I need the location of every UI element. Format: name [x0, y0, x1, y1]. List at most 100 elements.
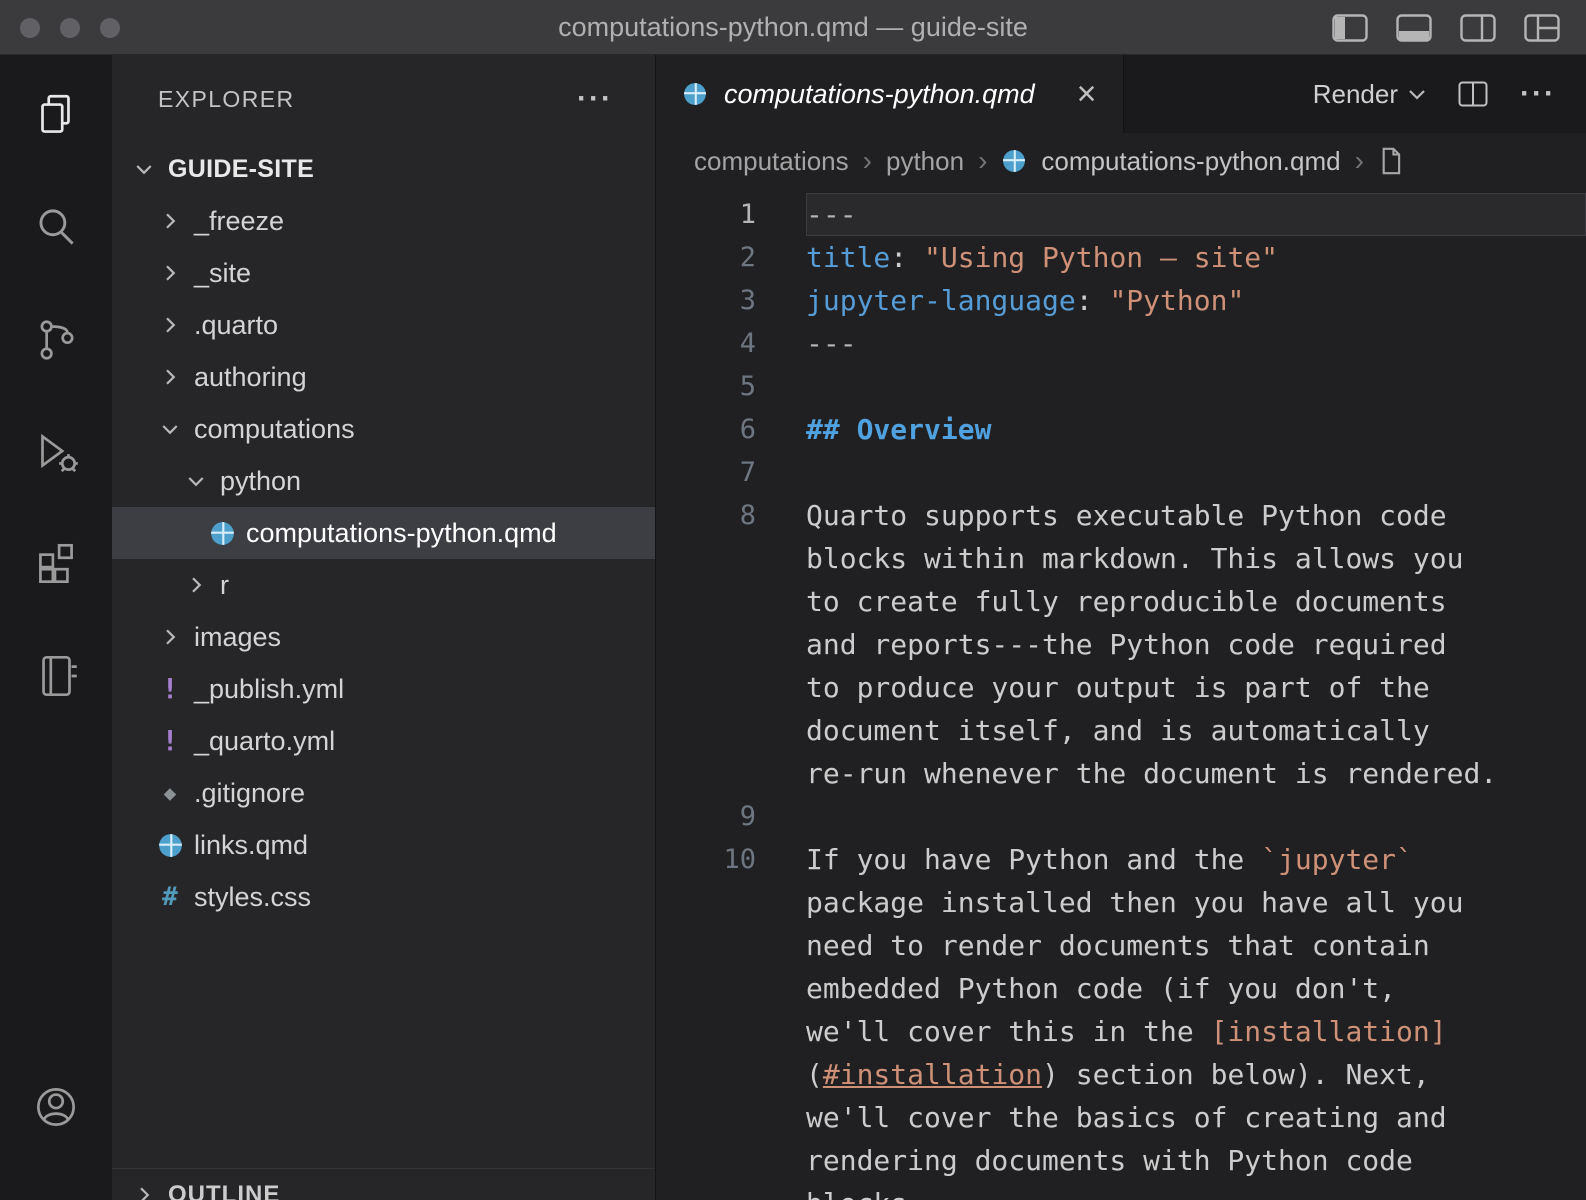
line-content[interactable]: If you have Python and the `jupyter` pac…: [806, 838, 1586, 1200]
chevron-down-icon: [178, 469, 214, 493]
tree-item-label: .gitignore: [194, 778, 305, 809]
tree-item-label: _publish.yml: [194, 674, 344, 705]
line-number: 3: [656, 279, 756, 322]
file-outline-icon: [1378, 146, 1404, 176]
line-content[interactable]: [806, 795, 1586, 838]
chevron-down-icon: [1408, 89, 1426, 100]
outline-section[interactable]: OUTLINE: [112, 1168, 655, 1200]
tree-folder-_site[interactable]: _site: [112, 247, 655, 299]
editor-actions: Render ···: [1313, 55, 1586, 133]
tree-item-label: authoring: [194, 362, 307, 393]
breadcrumb-separator: ›: [863, 145, 872, 177]
quarto-file-icon: [1001, 148, 1027, 174]
line-number: 1: [656, 193, 756, 236]
tree-item-label: .quarto: [194, 310, 278, 341]
tree-item-label: GUIDE-SITE: [168, 155, 314, 184]
breadcrumb-item[interactable]: python: [886, 146, 964, 177]
render-button[interactable]: Render: [1313, 79, 1426, 110]
tree-file-_publish.yml[interactable]: !_publish.yml: [112, 663, 655, 715]
code-line: 2 title: "Using Python — site": [656, 236, 1586, 279]
line-content[interactable]: ---: [806, 322, 1586, 365]
tree-item-label: links.qmd: [194, 830, 308, 861]
line-content[interactable]: jupyter-language: "Python": [806, 279, 1586, 322]
source-control-icon[interactable]: [29, 313, 83, 367]
toggle-panel-icon[interactable]: [1396, 14, 1432, 42]
breadcrumb-separator: ›: [1355, 145, 1364, 177]
line-content[interactable]: [806, 365, 1586, 408]
tree-file-.gitignore[interactable]: ◆.gitignore: [112, 767, 655, 819]
chevron-right-icon: [152, 625, 188, 649]
chevron-down-icon: [126, 157, 162, 181]
tree-folder-computations[interactable]: computations: [112, 403, 655, 455]
code-line: 3 jupyter-language: "Python": [656, 279, 1586, 322]
toggle-secondary-sidebar-icon[interactable]: [1460, 14, 1496, 42]
titlebar: computations-python.qmd — guide-site: [0, 0, 1586, 55]
breadcrumb-item[interactable]: computations-python.qmd: [1041, 146, 1340, 177]
breadcrumb-item[interactable]: computations: [694, 146, 849, 177]
run-and-debug-icon[interactable]: [29, 425, 83, 479]
tree-file-links.qmd[interactable]: links.qmd: [112, 819, 655, 871]
code-line: 8Quarto supports executable Python code …: [656, 494, 1586, 795]
tab-label: computations-python.qmd: [724, 79, 1035, 110]
code-line: 7: [656, 451, 1586, 494]
tree-folder-r[interactable]: r: [112, 559, 655, 611]
outline-label: OUTLINE: [168, 1181, 280, 1200]
editor-more-actions-icon[interactable]: ···: [1520, 79, 1556, 109]
chevron-right-icon: [152, 313, 188, 337]
toggle-primary-sidebar-icon[interactable]: [1332, 14, 1368, 42]
vscode-window: computations-python.qmd — guide-site: [0, 0, 1586, 1200]
tree-folder-authoring[interactable]: authoring: [112, 351, 655, 403]
explorer-icon[interactable]: [29, 89, 83, 143]
tree-item-label: _freeze: [194, 206, 284, 237]
customize-layout-icon[interactable]: [1524, 14, 1560, 42]
line-number: 6: [656, 408, 756, 451]
tree-item-label: _quarto.yml: [194, 726, 335, 757]
extensions-icon[interactable]: [29, 537, 83, 591]
split-editor-icon[interactable]: [1458, 81, 1488, 107]
yaml-file-icon: !: [152, 727, 188, 755]
line-content[interactable]: [806, 451, 1586, 494]
line-number: 4: [656, 322, 756, 365]
tree-file-computations-python.qmd[interactable]: computations-python.qmd: [112, 507, 655, 559]
tree-item-label: r: [220, 570, 229, 601]
tree-item-label: python: [220, 466, 301, 497]
line-content[interactable]: Quarto supports executable Python code b…: [806, 494, 1586, 795]
editor-area: computations-python.qmd × Render ··· com…: [656, 55, 1586, 1200]
line-content[interactable]: ## Overview: [806, 408, 1586, 451]
search-icon[interactable]: [29, 201, 83, 255]
tree-item-label: images: [194, 622, 281, 653]
tree-folder-_freeze[interactable]: _freeze: [112, 195, 655, 247]
code-editor[interactable]: 1 --- 2 title: "Using Python — site" 3 jupyte…: [656, 189, 1586, 1200]
tree-folder-.quarto[interactable]: .quarto: [112, 299, 655, 351]
tab-computations-python[interactable]: computations-python.qmd ×: [656, 55, 1124, 133]
tab-bar: computations-python.qmd × Render ···: [656, 55, 1586, 133]
code-line: 4 ---: [656, 322, 1586, 365]
tree-folder-python[interactable]: python: [112, 455, 655, 507]
tree-item-label: styles.css: [194, 882, 311, 913]
close-tab-icon[interactable]: ×: [1077, 77, 1097, 111]
line-number: 10: [656, 838, 756, 1200]
tree-folder-GUIDE-SITE[interactable]: GUIDE-SITE: [112, 143, 655, 195]
line-content[interactable]: title: "Using Python — site": [806, 236, 1586, 279]
line-number: 8: [656, 494, 756, 795]
line-number: 9: [656, 795, 756, 838]
quarto-file-icon: [204, 520, 240, 547]
line-number: 7: [656, 451, 756, 494]
account-icon[interactable]: [29, 1080, 83, 1134]
tree-item-label: computations-python.qmd: [246, 518, 557, 549]
yaml-file-icon: !: [152, 675, 188, 703]
breadcrumbs: computations › python › computations-python.…: [656, 133, 1586, 189]
file-tree: GUIDE-SITE _freeze _site .quarto authoring co…: [112, 143, 655, 923]
tree-file-_quarto.yml[interactable]: !_quarto.yml: [112, 715, 655, 767]
line-number: 2: [656, 236, 756, 279]
chevron-right-icon: [152, 365, 188, 389]
tree-item-label: computations: [194, 414, 355, 445]
code-line: 6 ## Overview: [656, 408, 1586, 451]
line-content[interactable]: ---: [806, 193, 1586, 236]
tree-file-styles.css[interactable]: #styles.css: [112, 871, 655, 923]
tree-folder-images[interactable]: images: [112, 611, 655, 663]
notebook-icon[interactable]: [29, 649, 83, 703]
code-line: 9: [656, 795, 1586, 838]
explorer-more-actions-icon[interactable]: ···: [577, 84, 613, 114]
chevron-right-icon: [126, 1183, 162, 1200]
